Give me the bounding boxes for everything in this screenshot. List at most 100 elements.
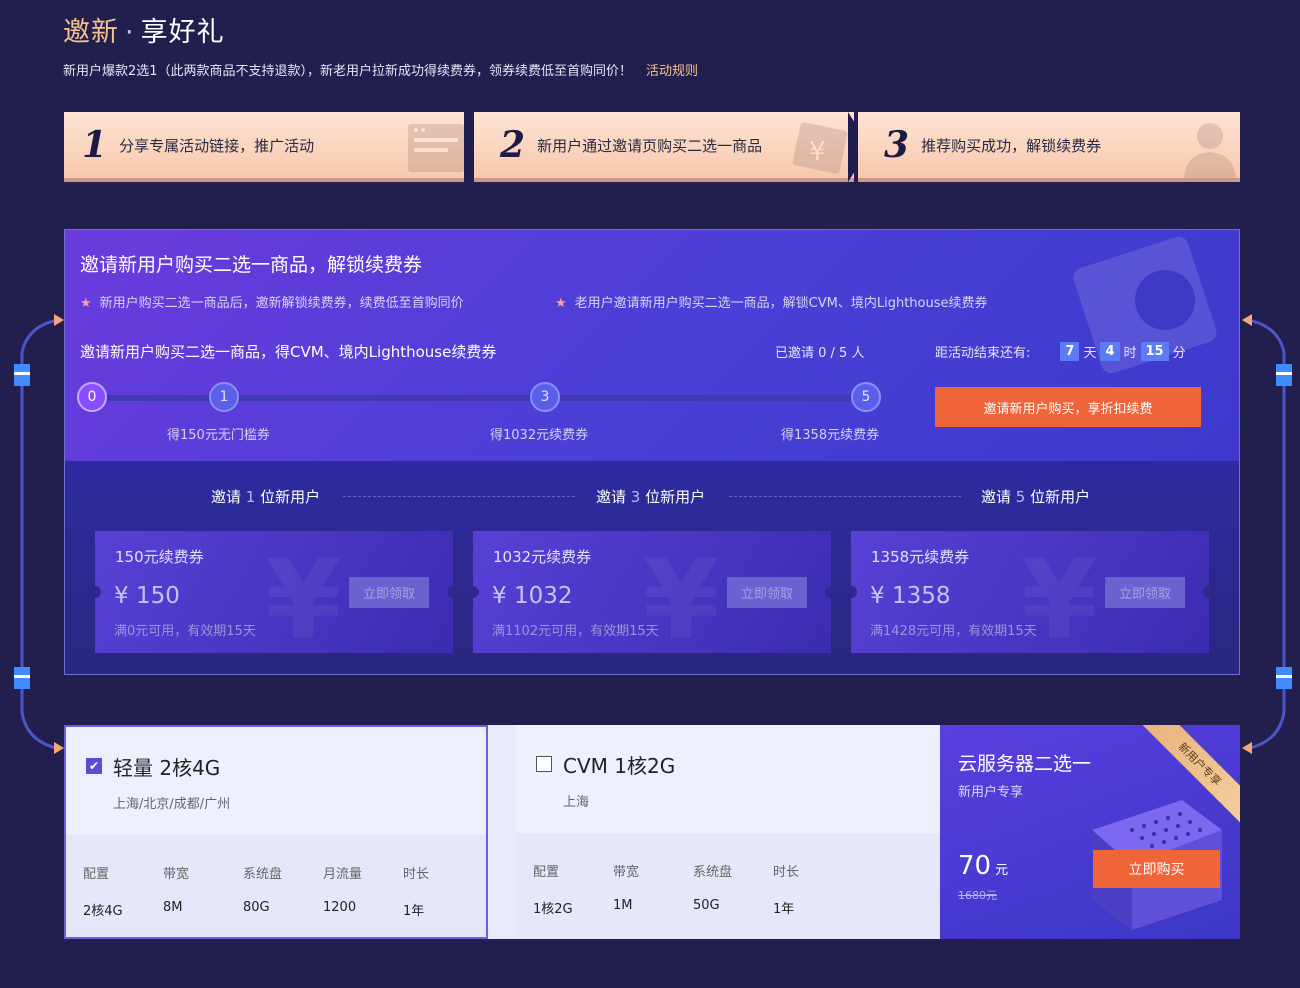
spec-value: 8M bbox=[163, 900, 183, 915]
page-subtitle: 新用户爆款2选1（此两款商品不支持退款），新老用户拉新成功得续费券，领券续费低至… bbox=[63, 60, 698, 79]
claim-button[interactable]: 立即领取 bbox=[1105, 577, 1185, 608]
spec-header: 时长 bbox=[773, 865, 800, 880]
tier-pre: 邀请 bbox=[981, 488, 1012, 506]
product-checkbox[interactable]: ✔ bbox=[86, 758, 102, 774]
product-name: CVM 1核2G bbox=[563, 754, 676, 778]
product-specs bbox=[516, 833, 940, 939]
coupon-amount: ¥ 150 bbox=[114, 583, 180, 609]
buy-now-button[interactable]: 立即购买 bbox=[1093, 850, 1220, 888]
star-icon: ★ bbox=[555, 296, 567, 311]
coupon-name: 150元续费券 bbox=[115, 548, 204, 566]
step-2: 2 新用户通过邀请页购买二选一商品 ¥ bbox=[474, 112, 854, 182]
milestone-label: 得150元无门槛券 bbox=[167, 428, 270, 443]
progress-node-5: 5 bbox=[851, 382, 881, 412]
step-number: 2 bbox=[500, 124, 526, 166]
spec-value: 1年 bbox=[403, 904, 425, 919]
invite-goal: 邀请新用户购买二选一商品，得CVM、境内Lighthouse续费券 bbox=[80, 343, 497, 361]
step-number: 3 bbox=[884, 124, 910, 166]
invited-count: 已邀请 0 / 5 人 bbox=[775, 346, 865, 361]
countdown-label: 距活动结束还有: bbox=[935, 346, 1031, 361]
step-3: 3 推荐购买成功，解锁续费券 bbox=[858, 112, 1240, 182]
spec-value: 1M bbox=[613, 898, 633, 913]
step-text: 推荐购买成功，解锁续费券 bbox=[921, 136, 1102, 155]
tier-label-5: 邀请 5 位新用户 bbox=[981, 486, 1090, 507]
spec-header: 系统盘 bbox=[243, 867, 283, 882]
yen-ticket-icon: ¥ bbox=[792, 122, 848, 174]
product-checkbox[interactable] bbox=[536, 756, 552, 772]
spec-value: 50G bbox=[693, 898, 720, 913]
progress-node-3: 3 bbox=[530, 382, 560, 412]
star-icon: ★ bbox=[80, 296, 92, 311]
coupon-condition: 满0元可用，有效期15天 bbox=[114, 624, 256, 639]
step-number: 1 bbox=[82, 124, 108, 166]
spec-value: 2核4G bbox=[83, 904, 123, 919]
title-dot: · bbox=[125, 17, 135, 48]
tier-label-1: 邀请 1 位新用户 bbox=[211, 486, 320, 507]
price-unit: 元 bbox=[995, 863, 1009, 878]
tier-pre: 邀请 bbox=[211, 488, 242, 506]
product-gap bbox=[488, 725, 516, 939]
spec-header: 系统盘 bbox=[693, 865, 733, 880]
progress-node-1: 1 bbox=[209, 382, 239, 412]
product-regions: 上海/北京/成都/广州 bbox=[113, 797, 231, 812]
tier-label-3: 邀请 3 位新用户 bbox=[596, 486, 705, 507]
days-unit: 天 bbox=[1083, 346, 1097, 361]
coupon-amount: ¥ 1032 bbox=[492, 583, 573, 609]
spec-value: 1核2G bbox=[533, 902, 573, 917]
browser-icon bbox=[408, 124, 464, 172]
step-text: 分享专属活动链接，推广活动 bbox=[119, 136, 315, 155]
claim-button[interactable]: 立即领取 bbox=[349, 577, 429, 608]
page-title: 邀新 · 享好礼 bbox=[63, 10, 225, 49]
tier-count: 5 bbox=[1015, 488, 1026, 506]
invite-heading: 邀请新用户购买二选一商品，解锁续费券 bbox=[80, 254, 423, 276]
rules-link[interactable]: 活动规则 bbox=[646, 64, 698, 79]
invite-cta-button[interactable]: 邀请新用户购买，享折扣续费 bbox=[935, 387, 1201, 427]
countdown-days: 7 bbox=[1060, 342, 1080, 361]
tier-count: 3 bbox=[630, 488, 641, 506]
old-price: 1680元 bbox=[958, 889, 997, 902]
coupon-condition: 满1428元可用，有效期15天 bbox=[870, 624, 1037, 639]
countdown-hours: 4 bbox=[1100, 342, 1120, 361]
title-highlight: 邀新 bbox=[63, 17, 119, 48]
coupon-card-1358: ¥ 1358元续费券 ¥ 1358 满1428元可用，有效期15天 立即领取 bbox=[851, 531, 1209, 653]
promo-price: 70 元 bbox=[958, 851, 1008, 881]
product-specs bbox=[66, 835, 486, 937]
coupon-condition: 满1102元可用，有效期15天 bbox=[492, 624, 659, 639]
title-rest: 享好礼 bbox=[140, 17, 225, 48]
product-name: 轻量 2核4G bbox=[113, 756, 221, 780]
user-icon bbox=[1184, 123, 1236, 178]
claim-button[interactable]: 立即领取 bbox=[727, 577, 807, 608]
bullet-text: 新用户购买二选一商品后，邀新解锁续费券，续费低至首购同价 bbox=[99, 296, 464, 311]
price-value: 70 bbox=[958, 851, 992, 881]
subtitle-text: 新用户爆款2选1（此两款商品不支持退款），新老用户拉新成功得续费券，领券续费低至… bbox=[63, 64, 633, 79]
countdown-minutes: 15 bbox=[1140, 342, 1169, 361]
promo-card: 新用户专享 云服务器二选一 新用户专享 70 元 1680元 立即购买 bbox=[940, 725, 1240, 939]
spec-header: 时长 bbox=[403, 867, 430, 882]
promo-subtitle: 新用户专享 bbox=[958, 785, 1024, 800]
product-card-lighthouse[interactable]: ✔ 轻量 2核4G 上海/北京/成都/广州 配置 带宽 系统盘 月流量 时长 2… bbox=[64, 725, 488, 939]
spec-header: 配置 bbox=[83, 867, 110, 882]
progress-node-0: 0 bbox=[77, 382, 107, 412]
spec-header: 带宽 bbox=[613, 865, 640, 880]
product-card-cvm[interactable]: CVM 1核2G 上海 配置 带宽 系统盘 时长 1核2G 1M 50G 1年 bbox=[516, 725, 940, 939]
coupon-name: 1032元续费券 bbox=[493, 548, 592, 566]
milestone-label: 得1032元续费券 bbox=[490, 428, 589, 443]
coupon-amount: ¥ 1358 bbox=[870, 583, 951, 609]
gift-decoration-icon bbox=[1073, 236, 1217, 374]
spec-value: 80G bbox=[243, 900, 270, 915]
milestone-label: 得1358元续费券 bbox=[781, 428, 880, 443]
spec-header: 带宽 bbox=[163, 867, 190, 882]
countdown: 距活动结束还有: 7天 4时 15 分 bbox=[935, 342, 1186, 361]
reward-section: 邀请 1 位新用户 邀请 3 位新用户 邀请 5 位新用户 ¥ 150元续费券 … bbox=[65, 461, 1239, 674]
minutes-unit: 分 bbox=[1172, 346, 1186, 361]
tier-post: 位新用户 bbox=[260, 488, 321, 506]
tier-post: 位新用户 bbox=[1030, 488, 1091, 506]
coupon-card-150: ¥ 150元续费券 ¥ 150 满0元可用，有效期15天 立即领取 bbox=[95, 531, 453, 653]
bullet-text: 老用户邀请新用户购买二选一商品，解锁CVM、境内Lighthouse续费券 bbox=[574, 296, 988, 311]
tier-divider bbox=[343, 496, 575, 497]
tier-divider bbox=[729, 496, 961, 497]
invite-bullet-new: ★ 新用户购买二选一商品后，邀新解锁续费券，续费低至首购同价 bbox=[80, 292, 464, 311]
spec-header: 配置 bbox=[533, 865, 560, 880]
steps-bar: 1 分享专属活动链接，推广活动 2 新用户通过邀请页购买二选一商品 ¥ 3 推荐… bbox=[64, 112, 1240, 182]
spec-header: 月流量 bbox=[323, 867, 363, 882]
